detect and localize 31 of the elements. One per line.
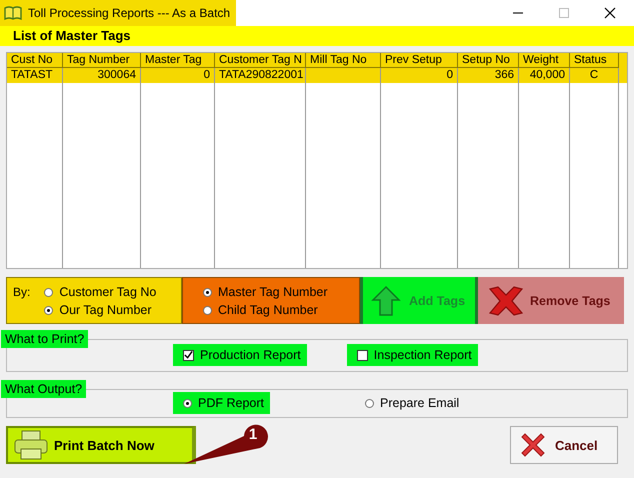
table-cell: 40,000: [530, 69, 565, 81]
checkbox-option[interactable]: Inspection Report: [346, 344, 478, 366]
up-arrow-icon: [371, 284, 401, 316]
table-cell: 0: [204, 69, 210, 81]
window-title: Toll Processing Reports --- As a Batch: [28, 6, 230, 20]
checkmark-icon: [184, 350, 193, 360]
cross-icon: [486, 284, 526, 316]
radio-option[interactable]: Prepare Email: [355, 392, 466, 414]
radio-option[interactable]: Child Tag Number: [203, 303, 359, 317]
printer-icon: [14, 430, 48, 460]
cross-icon: [519, 431, 547, 459]
checkbox-option[interactable]: Production Report: [173, 344, 307, 366]
cancel-button[interactable]: Cancel: [510, 426, 618, 464]
book-icon: [4, 6, 22, 20]
table-cell: 366: [494, 69, 514, 81]
table-cell: 300064: [98, 69, 136, 81]
group-title: What Output?: [1, 380, 86, 398]
remove-tags-button[interactable]: Remove Tags: [478, 277, 624, 324]
radio-option[interactable]: PDF Report: [173, 392, 270, 414]
by-label: By:: [13, 285, 30, 301]
print-batch-button[interactable]: Print Batch Now: [6, 426, 196, 464]
radio-option[interactable]: Customer Tag No: [44, 285, 156, 299]
close-icon[interactable]: [604, 7, 616, 19]
radio-option[interactable]: Our Tag Number: [44, 303, 156, 317]
group-title: What to Print?: [1, 330, 88, 348]
table-cell: 0: [446, 69, 453, 81]
table-cell: C: [590, 69, 598, 81]
radio-option[interactable]: Master Tag Number: [203, 285, 359, 299]
table-cell: TATA290822001: [219, 69, 304, 81]
table-cell: TATAST: [11, 69, 53, 81]
section-header: List of Master Tags: [0, 26, 634, 46]
